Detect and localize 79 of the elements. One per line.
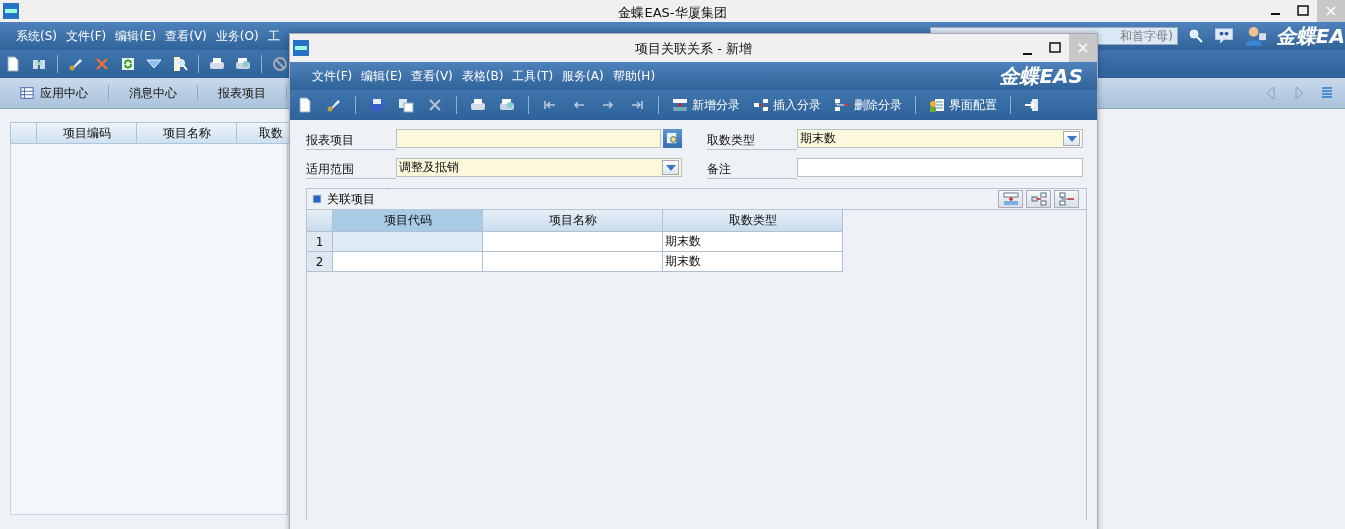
text-field[interactable] [797, 158, 1083, 177]
window-title: 金蝶EAS-华厦集团 [618, 4, 727, 22]
lookup-icon [665, 131, 680, 146]
tab[interactable]: 报表项目 [198, 85, 287, 101]
insert-row-button[interactable] [1026, 190, 1051, 208]
brand-logo: 金蝶EA [1275, 22, 1345, 50]
menu-item[interactable]: 工具(T) [512, 67, 554, 85]
minimize-icon [1022, 53, 1032, 55]
brush-icon[interactable] [68, 56, 84, 72]
dropdown-field[interactable]: 期末数 [797, 129, 1083, 148]
menu-item[interactable]: 编辑(E) [361, 67, 403, 85]
delete-row-icon [1058, 191, 1075, 207]
lookup-button[interactable] [663, 129, 682, 148]
column-header: 项目编码 [37, 122, 137, 144]
add-row-icon[interactable] [672, 97, 688, 113]
menu-item[interactable]: 编辑(E) [115, 27, 157, 45]
brush-icon[interactable] [326, 97, 342, 113]
add-row-button[interactable] [998, 190, 1023, 208]
toolbar-button[interactable]: 新增分录 [672, 96, 740, 114]
menu-item[interactable]: 文件(F) [312, 67, 353, 85]
menu-item[interactable]: 文件(F) [66, 27, 107, 45]
table-cell[interactable] [483, 232, 663, 252]
toolbar-button[interactable]: 界面配置 [929, 96, 997, 114]
brand-logo: 金蝶EAS [999, 62, 1083, 90]
print-preview-icon[interactable] [499, 97, 515, 113]
chat-bubble-icon[interactable] [1213, 26, 1234, 46]
row-number: 2 [307, 252, 333, 272]
new-document-icon[interactable] [297, 97, 313, 113]
lookup-field[interactable] [396, 129, 661, 148]
maximize-icon [1047, 40, 1063, 56]
square-icon [311, 193, 323, 205]
table-cell[interactable] [483, 252, 663, 272]
minimize-icon [1270, 13, 1280, 15]
print-preview-icon[interactable] [235, 56, 251, 72]
delete-icon[interactable] [427, 97, 443, 113]
menu-item[interactable]: 表格(B) [461, 67, 504, 85]
printer-icon[interactable] [470, 97, 486, 113]
dialog-title: 项目关联关系 - 新增 [635, 40, 752, 58]
insert-row-icon[interactable] [753, 97, 769, 113]
table-cell[interactable] [333, 252, 483, 272]
toolbar-button[interactable]: 插入分录 [753, 96, 821, 114]
row-header [10, 122, 37, 144]
list-icon[interactable] [1319, 85, 1335, 101]
toolbar-button[interactable]: 删除分录 [834, 96, 902, 114]
search-icon[interactable] [1187, 28, 1204, 44]
insert-row-icon [1030, 191, 1047, 207]
tab[interactable]: 应用中心 [0, 85, 109, 101]
tab[interactable]: 消息中心 [109, 85, 198, 101]
add-row-icon [1002, 191, 1019, 207]
copy-icon[interactable] [398, 97, 414, 113]
table-cell[interactable] [333, 232, 483, 252]
column-header: 项目名称 [137, 122, 237, 144]
no-entry-icon[interactable] [272, 56, 288, 72]
new-document-icon[interactable] [5, 56, 21, 72]
delete-row-button[interactable] [1054, 190, 1079, 208]
refresh-icon[interactable] [120, 56, 136, 72]
delete-row-icon[interactable] [834, 97, 850, 113]
dropdown-field[interactable]: 调整及抵销 [396, 158, 682, 177]
menu-item[interactable]: 查看(V) [411, 67, 453, 85]
printer-icon[interactable] [209, 56, 225, 72]
table-cell[interactable]: 期末数 [663, 252, 843, 272]
table-cell[interactable]: 期末数 [663, 232, 843, 252]
menu-item[interactable]: 查看(V) [165, 27, 207, 45]
row-number: 1 [307, 232, 333, 252]
magnifier-icon[interactable] [172, 56, 188, 72]
person-icon[interactable] [1243, 25, 1266, 47]
grid-icon [20, 86, 34, 100]
column-header: 项目代码 [333, 210, 483, 232]
exit-icon[interactable] [1024, 97, 1040, 113]
column-header: 取数类型 [663, 210, 843, 232]
menu-item[interactable]: 工 [267, 27, 280, 45]
maximize-icon [1295, 3, 1311, 19]
menu-item[interactable]: 系统(S) [16, 27, 57, 45]
menu-item[interactable]: 帮助(H) [612, 67, 656, 85]
app-logo-icon [3, 3, 19, 19]
column-header: 项目名称 [483, 210, 663, 232]
app-logo-icon [293, 40, 309, 56]
menu-item[interactable]: 服务(A) [562, 67, 604, 85]
menu-item[interactable]: 业务(O) [215, 27, 259, 45]
